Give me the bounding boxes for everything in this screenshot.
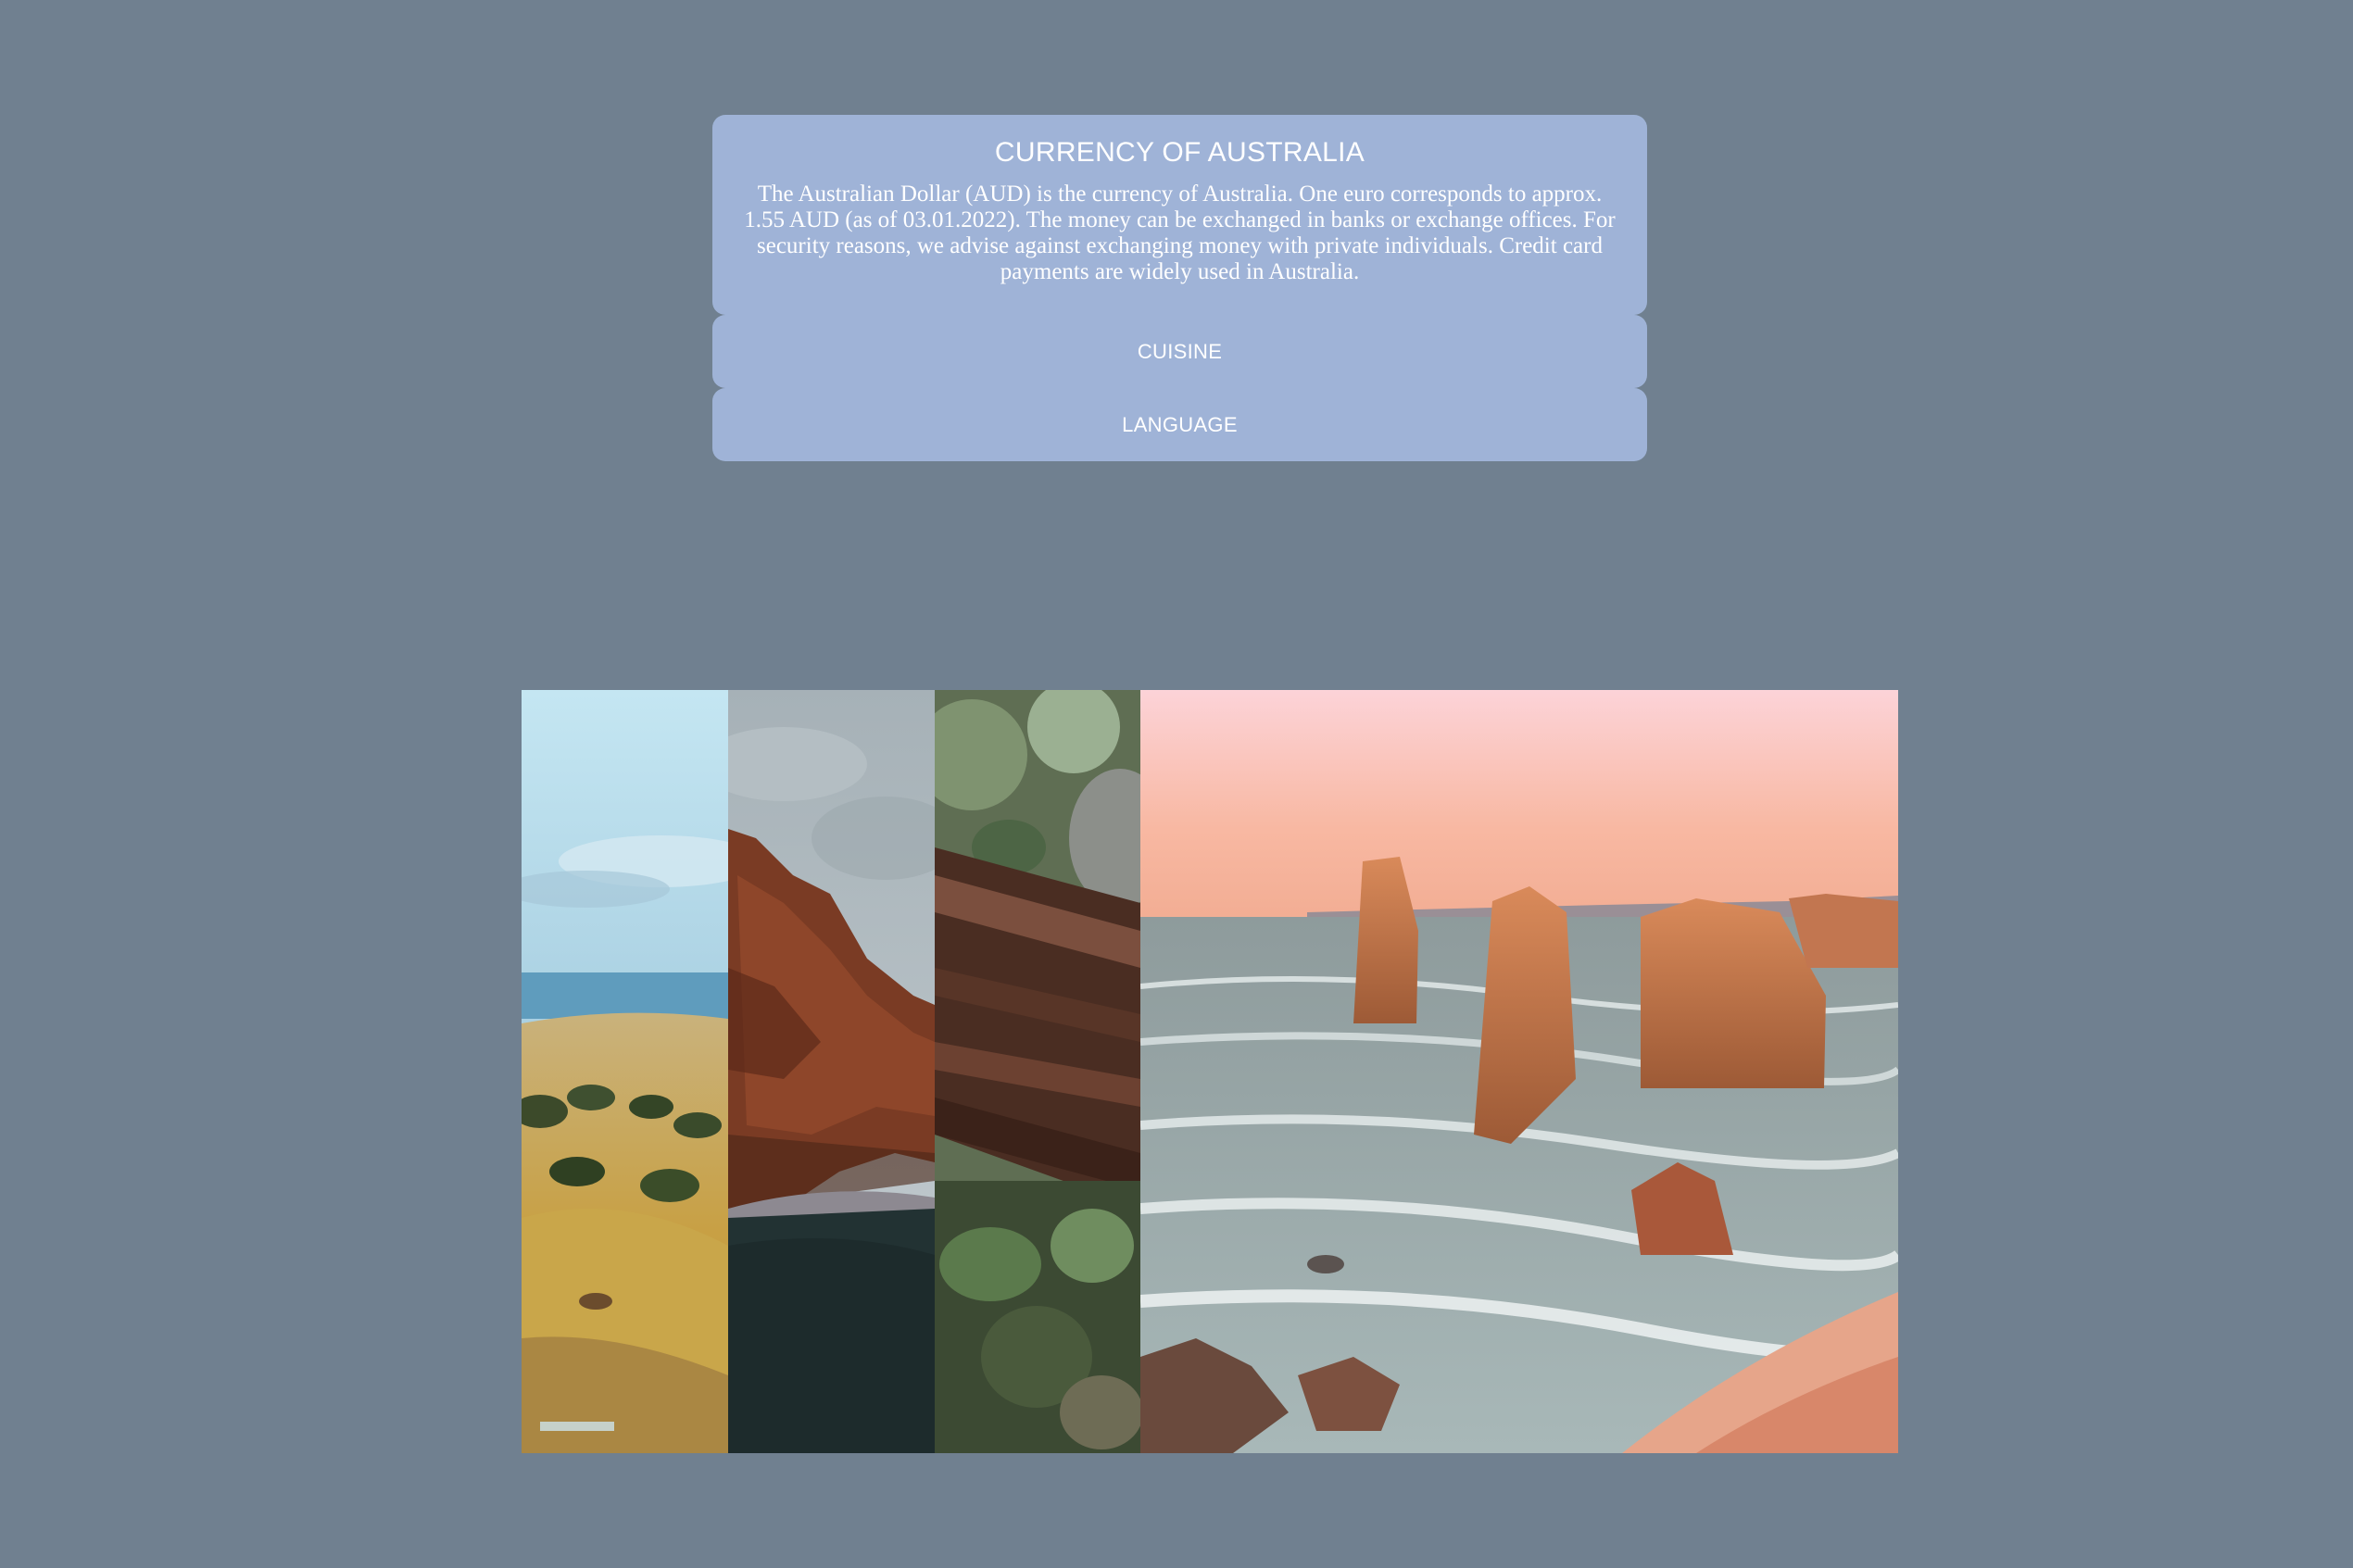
accordion-title-language[interactable]: LANGUAGE bbox=[1122, 413, 1238, 436]
gallery-image-grassland bbox=[522, 690, 728, 1453]
accordion-item-currency[interactable]: CURRENCY OF AUSTRALIA The Australian Dol… bbox=[712, 115, 1647, 315]
gallery-image-red-rock bbox=[728, 690, 935, 1453]
gallery-image-koala bbox=[935, 690, 1140, 1453]
accordion-item-language[interactable]: LANGUAGE bbox=[712, 388, 1647, 461]
photo-gallery bbox=[522, 690, 1898, 1453]
accordion-title-cuisine[interactable]: CUISINE bbox=[1138, 340, 1222, 363]
accordion-body-currency: The Australian Dollar (AUD) is the curre… bbox=[744, 182, 1616, 284]
gallery-image-coast bbox=[1140, 690, 1898, 1453]
accordion-item-cuisine[interactable]: CUISINE bbox=[712, 315, 1647, 388]
accordion-title-currency[interactable]: CURRENCY OF AUSTRALIA bbox=[712, 115, 1647, 169]
info-accordion: CURRENCY OF AUSTRALIA The Australian Dol… bbox=[712, 115, 1647, 461]
